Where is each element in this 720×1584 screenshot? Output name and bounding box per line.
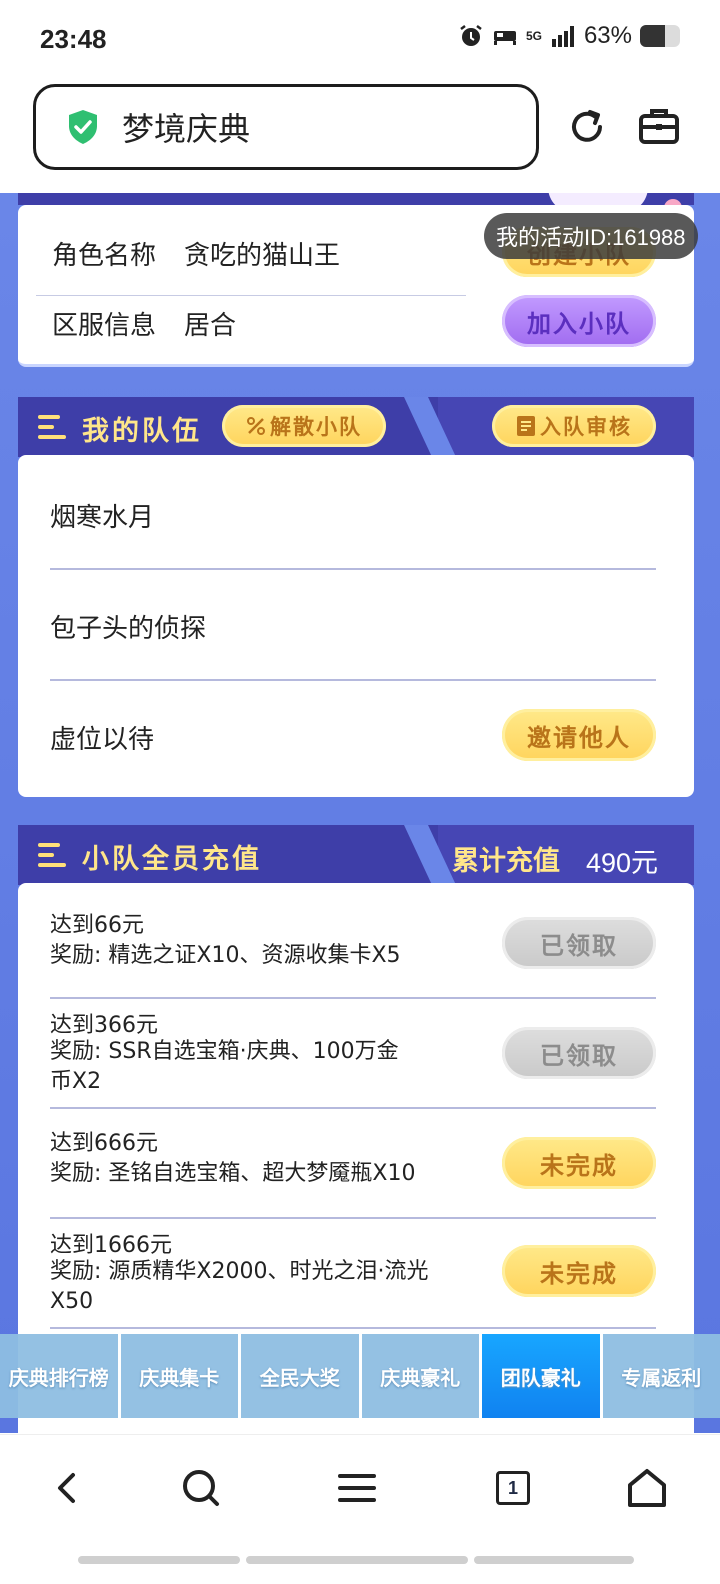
gesture-bar <box>78 1556 240 1564</box>
role-value: 贪吃的猫山王 <box>184 241 341 271</box>
tab-count: 1 <box>496 1471 530 1505</box>
member-2: 包子头的侦探 <box>50 614 207 644</box>
signal-icon <box>551 26 574 47</box>
tab-ranking[interactable]: 庆典排行榜 <box>0 1334 118 1418</box>
status-bar: 23:48 5G 63% <box>0 0 720 78</box>
battery-percent: 63% <box>583 22 632 49</box>
my-team-header: 我的队伍 解散小队 入队审核 <box>18 397 694 457</box>
join-review-label: 入队审核 <box>540 415 632 439</box>
divider <box>50 679 656 681</box>
tier-reward: 奖励: 圣铭自选宝箱、超大梦魇瓶X10 <box>50 1161 416 1186</box>
menu-icon[interactable] <box>332 1463 382 1513</box>
page-content: 角色名称贪吃的猫山王 区服信息居合 创建小队 加入小队 我的活动ID:16198… <box>0 193 720 1433</box>
team-members-card: 烟寒水月 包子头的侦探 虚位以待 邀请他人 <box>18 455 694 797</box>
tier-status-button[interactable]: 未完成 <box>502 1245 656 1297</box>
address-bar[interactable]: 梦境庆典 <box>33 84 539 170</box>
network-type: 5G <box>525 29 542 43</box>
list-icon <box>38 843 66 867</box>
tier-row: 达到1666元 奖励: 源质精华X2000、时光之泪·流光X50 <box>50 1235 430 1317</box>
tier-reward: 奖励: SSR自选宝箱·庆典、100万金币X2 <box>50 1039 399 1094</box>
team-recharge-header: 小队全员充值 累计充值 490元 <box>18 825 694 885</box>
divider <box>50 1107 656 1109</box>
tier-target: 达到1666元 <box>50 1233 172 1258</box>
gesture-bar <box>246 1556 468 1564</box>
tier-reward: 奖励: 源质精华X2000、时光之泪·流光X50 <box>50 1259 429 1314</box>
invite-button[interactable]: 邀请他人 <box>502 709 656 761</box>
member-1: 烟寒水月 <box>50 503 155 533</box>
document-icon <box>517 416 535 436</box>
bed-icon <box>493 31 516 45</box>
role-label: 角色名称 <box>52 241 157 271</box>
join-team-button[interactable]: 加入小队 <box>502 295 656 347</box>
tier-target: 达到666元 <box>50 1131 158 1156</box>
tier-status-button[interactable]: 已领取 <box>502 1027 656 1079</box>
status-icons: 5G 63% <box>458 22 680 50</box>
gesture-bar <box>474 1556 634 1564</box>
tier-target: 达到66元 <box>50 913 144 938</box>
toolbox-icon[interactable] <box>636 104 682 150</box>
cumulative-value: 490元 <box>586 848 659 878</box>
join-review-button[interactable]: 入队审核 <box>492 405 656 447</box>
my-team-title: 我的队伍 <box>82 416 202 447</box>
tab-grand-prize[interactable]: 全民大奖 <box>241 1334 359 1418</box>
server-row: 区服信息 居合 <box>52 305 236 342</box>
tabs-icon[interactable]: 1 <box>488 1463 538 1513</box>
tier-row: 达到66元 奖励: 精选之证X10、资源收集卡X5 <box>50 911 450 971</box>
tier-target: 达到366元 <box>50 1013 158 1038</box>
divider <box>50 1217 656 1219</box>
page-title: 梦境庆典 <box>122 110 251 148</box>
disband-team-button[interactable]: 解散小队 <box>222 405 386 447</box>
activity-tabs: 庆典排行榜 庆典集卡 全民大奖 庆典豪礼 团队豪礼 专属返利 <box>0 1334 720 1418</box>
tab-card-collect[interactable]: 庆典集卡 <box>120 1334 238 1418</box>
server-value: 居合 <box>184 311 237 341</box>
shield-check-icon <box>69 110 97 144</box>
tab-team-gifts[interactable]: 团队豪礼 <box>482 1334 600 1418</box>
battery-icon <box>640 25 680 47</box>
browser-toolbar: 梦境庆典 <box>0 78 720 193</box>
home-icon[interactable] <box>622 1463 672 1513</box>
reload-icon[interactable] <box>564 104 610 150</box>
tier-row: 达到666元 奖励: 圣铭自选宝箱、超大梦魇瓶X10 <box>50 1129 450 1189</box>
activity-id-badge: 我的活动ID:161988 <box>484 213 698 259</box>
tab-exclusive-rebate[interactable]: 专属返利 <box>602 1334 720 1418</box>
disband-label: 解散小队 <box>270 415 362 439</box>
list-icon <box>38 415 66 439</box>
tier-status-button[interactable]: 未完成 <box>502 1137 656 1189</box>
divider <box>50 997 656 999</box>
back-icon[interactable] <box>42 1463 92 1513</box>
tier-status-button[interactable]: 已领取 <box>502 917 656 969</box>
divider <box>50 568 656 570</box>
cumulative-label: 累计充值 <box>452 846 560 877</box>
browser-bottom-nav: 1 <box>0 1434 720 1544</box>
divider <box>50 1327 656 1329</box>
role-row: 角色名称 贪吃的猫山王 <box>52 235 340 272</box>
tier-row: 达到366元 奖励: SSR自选宝箱·庆典、100万金币X2 <box>50 1015 420 1097</box>
alarm-icon <box>460 25 482 46</box>
status-time: 23:48 <box>40 24 107 54</box>
divider <box>36 295 466 296</box>
search-icon[interactable] <box>176 1463 226 1513</box>
tab-celebration-gifts[interactable]: 庆典豪礼 <box>361 1334 479 1418</box>
tier-reward: 奖励: 精选之证X10、资源收集卡X5 <box>50 943 401 968</box>
disband-icon <box>247 417 265 435</box>
server-label: 区服信息 <box>52 311 157 341</box>
recharge-title: 小队全员充值 <box>82 844 262 875</box>
